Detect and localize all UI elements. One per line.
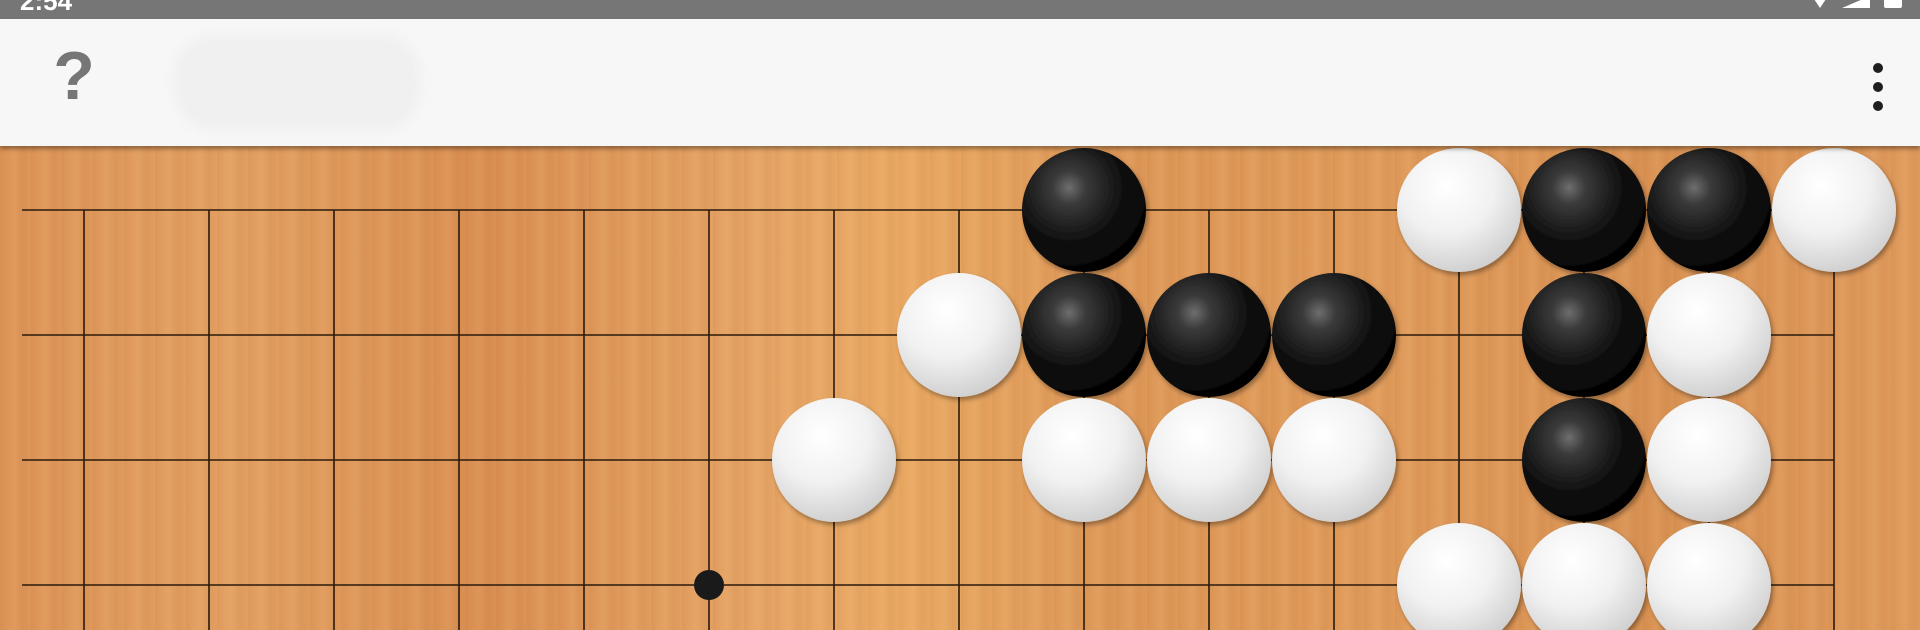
overflow-dot bbox=[1873, 63, 1883, 73]
black-stone[interactable] bbox=[1522, 148, 1646, 272]
star-point bbox=[694, 570, 724, 600]
overflow-dot bbox=[1873, 82, 1883, 92]
white-stone[interactable] bbox=[1022, 398, 1146, 522]
status-time: 2:54 bbox=[20, 0, 73, 16]
white-stone[interactable] bbox=[1772, 148, 1896, 272]
black-stone[interactable] bbox=[1022, 148, 1146, 272]
white-stone[interactable] bbox=[1272, 398, 1396, 522]
status-bar: 2:54 bbox=[0, 0, 1920, 19]
black-stone[interactable] bbox=[1272, 273, 1396, 397]
title-placeholder bbox=[175, 35, 420, 130]
white-stone[interactable] bbox=[1647, 398, 1771, 522]
black-stone[interactable] bbox=[1522, 273, 1646, 397]
black-stone[interactable] bbox=[1022, 273, 1146, 397]
white-stone[interactable] bbox=[1522, 523, 1646, 630]
black-stone[interactable] bbox=[1647, 148, 1771, 272]
white-stone[interactable] bbox=[897, 273, 1021, 397]
white-stone[interactable] bbox=[772, 398, 896, 522]
black-stone[interactable] bbox=[1147, 273, 1271, 397]
white-stone[interactable] bbox=[1397, 523, 1521, 630]
battery-icon bbox=[1884, 0, 1902, 8]
white-stone[interactable] bbox=[1397, 148, 1521, 272]
black-stone[interactable] bbox=[1522, 398, 1646, 522]
signal-icon bbox=[1842, 0, 1870, 8]
help-button[interactable]: ? bbox=[44, 41, 104, 111]
more-vert-icon[interactable] bbox=[1858, 55, 1898, 119]
star-points bbox=[694, 570, 724, 600]
white-stone[interactable] bbox=[1647, 273, 1771, 397]
go-board[interactable] bbox=[0, 146, 1920, 630]
white-stone[interactable] bbox=[1147, 398, 1271, 522]
board-svg[interactable] bbox=[0, 146, 1920, 630]
white-stone[interactable] bbox=[1647, 523, 1771, 630]
app-bar: ? bbox=[0, 19, 1920, 146]
wifi-icon bbox=[1812, 0, 1828, 8]
status-icons bbox=[1812, 0, 1902, 8]
overflow-dot bbox=[1873, 101, 1883, 111]
